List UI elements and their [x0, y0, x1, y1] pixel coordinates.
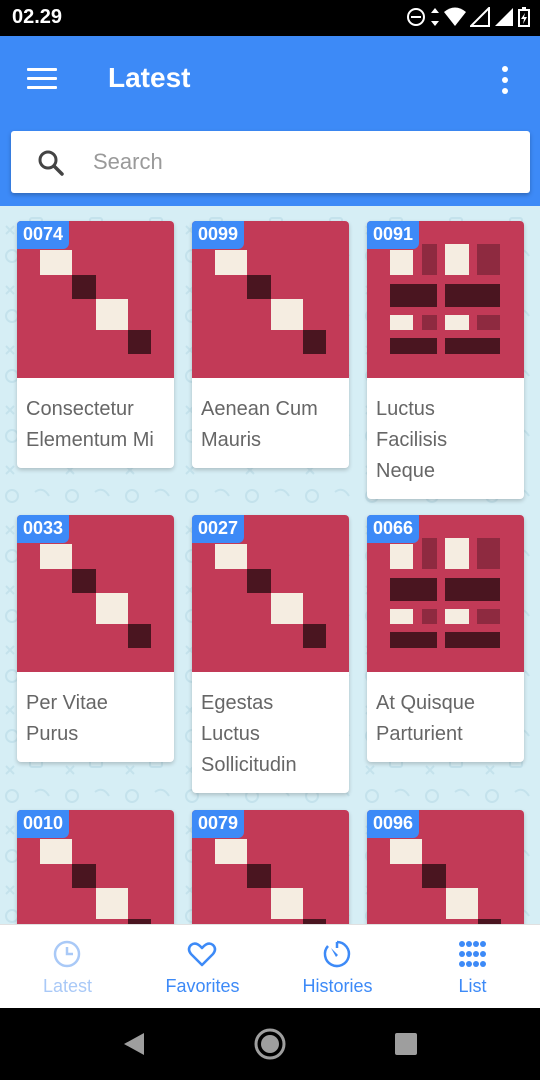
item-thumbnail-diagonal: 0079: [192, 810, 349, 924]
nav-favorites-label: Favorites: [165, 976, 240, 996]
item-thumbnail-blocks: 0066: [367, 515, 524, 672]
item-title: At Quisque Parturient: [376, 692, 475, 745]
nav-list[interactable]: List: [405, 925, 540, 1009]
app-bar: Latest: [0, 36, 540, 122]
nav-latest-label: Latest: [42, 976, 93, 996]
more-options-icon[interactable]: [502, 66, 510, 94]
system-navigation-bar: [0, 1008, 540, 1080]
battery-icon: [518, 7, 530, 27]
item-id-badge: 0091: [367, 221, 420, 249]
item-id-badge: 0079: [192, 810, 245, 838]
back-icon[interactable]: [122, 1031, 146, 1057]
item-title: Egestas Luctus Sollicitudin: [201, 692, 297, 776]
nav-favorites[interactable]: Favorites: [135, 925, 270, 1009]
timer-icon: [323, 940, 351, 968]
item-card[interactable]: 0027 Egestas Luctus Sollicitudin: [192, 515, 349, 793]
item-id-badge: 0027: [192, 515, 245, 543]
search-area: [0, 122, 540, 206]
item-card[interactable]: 0074 Consectetur Elementum Mi: [17, 221, 174, 468]
recents-icon[interactable]: [395, 1033, 417, 1055]
search-icon: [38, 150, 64, 176]
item-thumbnail-diagonal: 0096: [367, 810, 524, 924]
menu-icon[interactable]: [27, 68, 57, 90]
search-input[interactable]: [93, 145, 513, 179]
item-title: Aenean Cum Mauris: [201, 398, 318, 451]
item-card[interactable]: 0099 Aenean Cum Mauris: [192, 221, 349, 468]
item-id-badge: 0099: [192, 221, 245, 249]
grid-dots-icon: [459, 941, 486, 967]
item-thumbnail-blocks: 0091: [367, 221, 524, 378]
signal-icon: [470, 7, 490, 27]
home-icon[interactable]: [253, 1027, 287, 1061]
item-card[interactable]: 0033 Per Vitae Purus: [17, 515, 174, 762]
item-id-badge: 0010: [17, 810, 70, 838]
data-arrows-icon: [431, 8, 439, 26]
status-icons: [406, 7, 530, 27]
item-title: Luctus Facilisis Neque: [376, 398, 448, 482]
content-area[interactable]: 0074 Consectetur Elementum Mi 0099 Aenea…: [0, 122, 540, 924]
search-bar[interactable]: [11, 131, 530, 193]
item-card[interactable]: 0066 At Quisque Parturient: [367, 515, 524, 762]
item-thumbnail-diagonal: 0099: [192, 221, 349, 378]
item-id-badge: 0033: [17, 515, 70, 543]
item-card[interactable]: 0079: [192, 810, 349, 924]
page-title: Latest: [108, 62, 191, 93]
item-title: Per Vitae Purus: [26, 692, 108, 745]
nav-histories[interactable]: Histories: [270, 925, 405, 1009]
item-id-badge: 0096: [367, 810, 420, 838]
item-id-badge: 0074: [17, 221, 70, 249]
nav-latest[interactable]: Latest: [0, 925, 135, 1009]
bottom-navigation: Latest Favorites Histories List: [0, 924, 540, 1008]
item-thumbnail-diagonal: 0010: [17, 810, 174, 924]
item-card[interactable]: 0010: [17, 810, 174, 924]
wifi-icon: [444, 7, 466, 26]
item-thumbnail-diagonal: 0027: [192, 515, 349, 672]
status-bar: 02.29: [0, 0, 540, 36]
nav-histories-label: Histories: [302, 976, 373, 996]
item-title: Consectetur Elementum Mi: [26, 398, 154, 451]
clock-icon: [53, 940, 81, 968]
item-thumbnail-diagonal: 0074: [17, 221, 174, 378]
item-card[interactable]: 0091 Luctus Facilisis Neque: [367, 221, 524, 499]
heart-icon: [187, 942, 217, 967]
status-time: 02.29: [12, 6, 63, 28]
item-thumbnail-diagonal: 0033: [17, 515, 174, 672]
item-id-badge: 0066: [367, 515, 420, 543]
signal-icon-2: [495, 8, 513, 26]
item-card[interactable]: 0096: [367, 810, 524, 924]
nav-list-label: List: [458, 976, 487, 996]
dnd-icon: [407, 8, 425, 26]
